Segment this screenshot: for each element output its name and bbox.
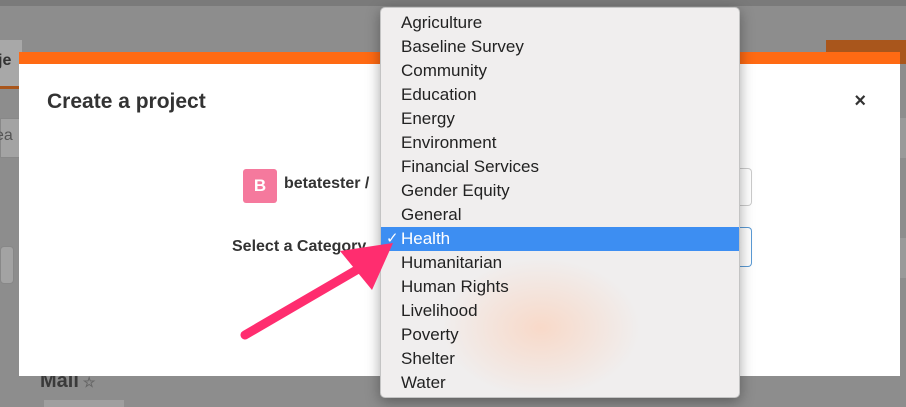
annotation-arrow-icon: [240, 243, 393, 340]
